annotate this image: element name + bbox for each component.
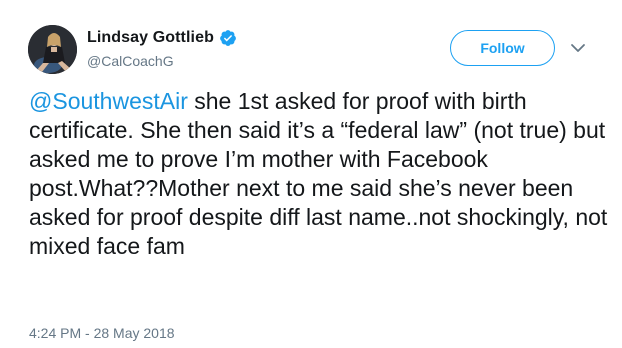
follow-button[interactable]: Follow bbox=[450, 30, 555, 66]
avatar[interactable] bbox=[28, 25, 77, 74]
tweet-text: @SouthwestAir she 1st asked for proof wi… bbox=[29, 87, 609, 261]
mention-link[interactable]: @SouthwestAir bbox=[29, 88, 188, 114]
tweet-timestamp[interactable]: 4:24 PM - 28 May 2018 bbox=[29, 325, 175, 341]
tweet-card: Lindsay Gottlieb @CalCoachG Follow @Sout… bbox=[0, 0, 622, 348]
author-handle[interactable]: @CalCoachG bbox=[87, 53, 174, 69]
verified-badge-icon bbox=[219, 29, 237, 47]
avatar-image bbox=[28, 25, 77, 74]
chevron-down-icon[interactable] bbox=[570, 41, 586, 53]
author-name-row: Lindsay Gottlieb bbox=[87, 29, 237, 47]
author-display-name[interactable]: Lindsay Gottlieb bbox=[87, 29, 214, 47]
